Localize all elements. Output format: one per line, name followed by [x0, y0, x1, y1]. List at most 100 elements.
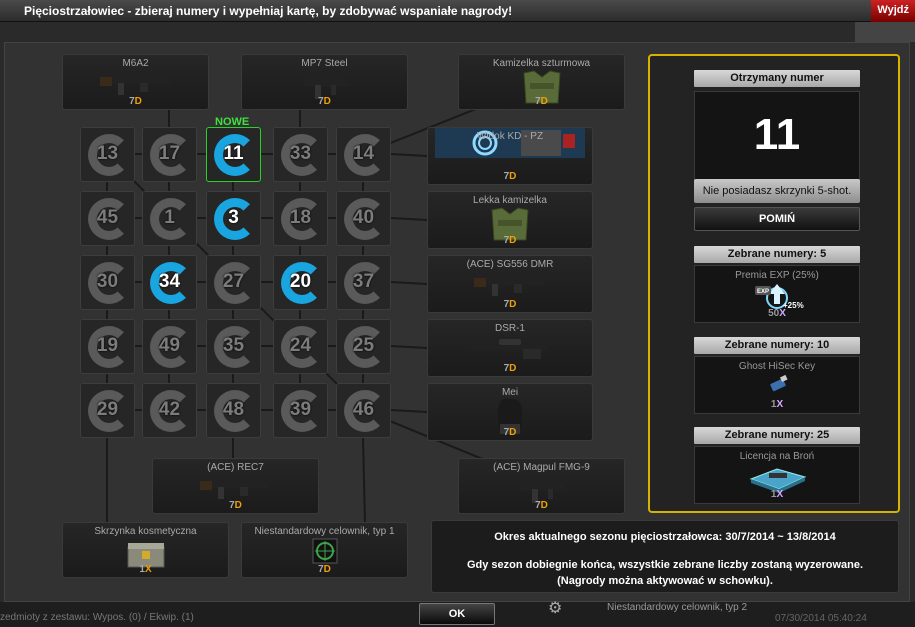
reward-10-qty: 1X: [770, 399, 784, 410]
bingo-board: M6A2 7D MP7 Steel 7D Kamizelka szturmowa 7D Wi…: [4, 42, 910, 602]
cell-number: 46: [352, 399, 375, 420]
prize-name: Niestandardowy celownik, typ 1: [254, 526, 395, 537]
grid-cell: 17: [142, 127, 197, 182]
prize-duration: 7D: [503, 171, 517, 182]
prize-duration: 7D: [503, 235, 517, 246]
prize-duration: 7D: [503, 299, 517, 310]
reward-panel: Otrzymany numer 11 Nie posiadasz skrzynk…: [648, 54, 900, 513]
prize-duration: 7D: [535, 500, 548, 511]
cell-number: 39: [289, 399, 312, 420]
prize-name: MP7 Steel: [301, 58, 348, 69]
cell-number: 37: [352, 271, 375, 292]
no-box-button[interactable]: Nie posiadasz skrzynki 5-shot.: [694, 179, 860, 203]
cell-number: 17: [158, 143, 181, 164]
grid-cell: 46: [336, 383, 391, 438]
prize-top-1[interactable]: MP7 Steel 7D: [241, 54, 408, 110]
cell-number: 35: [222, 335, 245, 356]
prize-right-1[interactable]: Lekka kamizelka 7D: [427, 191, 593, 249]
exp-bonus-icon: EXP +25%: [755, 284, 804, 310]
background-panel: [855, 22, 915, 42]
grid-cell-hit: 3: [206, 191, 261, 246]
reward-5-header: Zebrane numery: 5: [694, 246, 860, 263]
prize-duration: 7D: [503, 363, 517, 374]
grid-cell: 18: [273, 191, 328, 246]
prize-name: DSR-1: [494, 323, 525, 334]
prize-right-0[interactable]: Widok KD - PZ 7D: [427, 127, 593, 185]
usb-key-icon: [770, 374, 788, 392]
prize-duration: 7D: [129, 96, 142, 107]
reward-25-qty: 1X: [770, 489, 784, 500]
newest-label: NOWE: [215, 116, 250, 128]
prize-top-0[interactable]: M6A2 7D: [62, 54, 209, 110]
ok-button[interactable]: OK: [419, 603, 495, 625]
prize-right-4[interactable]: Mei 7D: [427, 383, 593, 441]
cell-number: 25: [352, 335, 375, 356]
connector-line: [390, 153, 428, 157]
rifle-icon: [99, 77, 170, 95]
received-number: 11: [753, 110, 801, 159]
reward-10-name: Ghost HiSec Key: [738, 361, 816, 372]
reward-25-box[interactable]: Licencja na Broń 1X: [694, 446, 860, 504]
cell-number: 1: [164, 207, 175, 228]
connector-line: [390, 409, 428, 413]
cell-number: 14: [352, 143, 375, 164]
prize-duration: 7D: [229, 500, 242, 511]
grid-cell: 30: [80, 255, 135, 310]
cell-number: 49: [158, 335, 181, 356]
grid-cell: 14: [336, 127, 391, 182]
reward-10-header: Zebrane numery: 10: [694, 337, 860, 354]
grid-cell: 37: [336, 255, 391, 310]
cell-number: 42: [158, 399, 181, 420]
activation-note: (Nagrody można aktywować w schowku).: [557, 575, 773, 587]
grid-cell: 45: [80, 191, 135, 246]
game-window: Pięciostrzałowiec - zbieraj numery i wyp…: [0, 0, 915, 627]
prize-name: (ACE) REC7: [207, 462, 264, 473]
grid-cell-hit: 34: [142, 255, 197, 310]
cell-number: 29: [96, 399, 119, 420]
received-number-box: 11: [694, 91, 860, 183]
prize-name: M6A2: [122, 58, 149, 69]
exit-button[interactable]: Wyjdź: [871, 0, 915, 22]
connector-line: [362, 437, 366, 523]
grid-cell: 27: [206, 255, 261, 310]
grid-cell: 40: [336, 191, 391, 246]
grid-cell: 24: [273, 319, 328, 374]
rifle-icon: [474, 278, 544, 296]
prize-bottom-1[interactable]: (ACE) Magpul FMG-9 7D: [458, 458, 625, 514]
grid-cell: 33: [273, 127, 328, 182]
svg-text:EXP: EXP: [757, 289, 769, 295]
reward-5-box[interactable]: Premia EXP (25%) EXP +25% 50X: [694, 265, 860, 323]
grid-cell: 19: [80, 319, 135, 374]
season-reset-note: Gdy sezon dobiegnie końca, wszystkie zeb…: [466, 559, 864, 571]
prize-right-3[interactable]: DSR-1 7D: [427, 319, 593, 377]
prize-corner-0[interactable]: Skrzynka kosmetyczna 1X: [62, 522, 229, 578]
cell-number: 40: [352, 207, 375, 228]
connector-line: [390, 217, 428, 221]
connector-line: [390, 345, 428, 349]
prize-top-2[interactable]: Kamizelka szturmowa 7D: [458, 54, 625, 110]
prize-duration: 1X: [139, 564, 152, 575]
grid-cell: 25: [336, 319, 391, 374]
grid-cell: 48: [206, 383, 261, 438]
prize-name: Kamizelka szturmowa: [492, 58, 591, 69]
grid-cell: 35: [206, 319, 261, 374]
reward-10-box[interactable]: Ghost HiSec Key 1X: [694, 356, 860, 414]
cell-number: 24: [289, 335, 312, 356]
grid-cell-hit: 11: [206, 127, 261, 182]
background-item-name: Niestandardowy celownik, typ 2: [607, 602, 748, 613]
cell-number: 20: [289, 271, 312, 292]
gear-icon: ⚙: [548, 600, 563, 617]
prize-corner-1[interactable]: Niestandardowy celownik, typ 1 7D: [241, 522, 408, 578]
cell-number: 19: [96, 335, 119, 356]
prize-duration: 7D: [318, 564, 331, 575]
cell-number: 33: [289, 143, 312, 164]
background-timestamp: 07/30/2014 05:40:24: [775, 613, 867, 624]
rifle-icon: [199, 481, 270, 499]
prize-right-2[interactable]: (ACE) SG556 DMR 7D: [427, 255, 593, 313]
prize-duration: 7D: [503, 427, 517, 438]
cell-number: 27: [222, 271, 245, 292]
skip-button[interactable]: POMIŃ: [694, 207, 860, 231]
prize-bottom-0[interactable]: (ACE) REC7 7D: [152, 458, 319, 514]
prize-duration: 7D: [535, 96, 548, 107]
prize-name: Mei: [501, 387, 519, 398]
